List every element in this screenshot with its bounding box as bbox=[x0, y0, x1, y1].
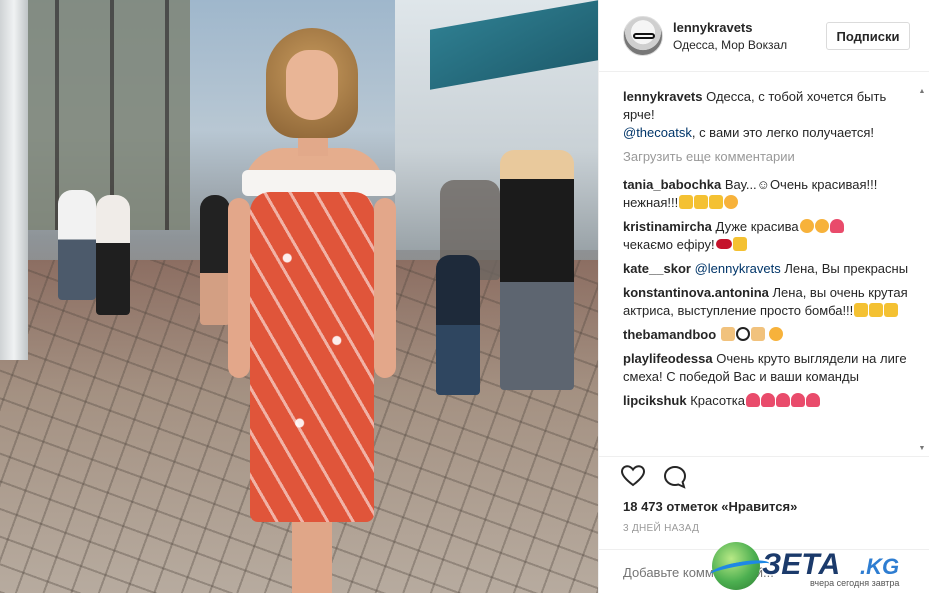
comments-scrollbar[interactable]: ▲ ▼ bbox=[918, 88, 926, 453]
heart-icon bbox=[745, 393, 760, 407]
floral-dress bbox=[250, 192, 374, 522]
comment-text: Дуже красива bbox=[711, 219, 799, 234]
heart-icon bbox=[805, 393, 820, 407]
background-person bbox=[200, 195, 230, 325]
list-item: konstantinova.antonina Лена, вы очень кр… bbox=[623, 284, 910, 320]
post-location[interactable]: Одесса, Мор Вокзал bbox=[673, 38, 787, 52]
list-item: thebamandboo bbox=[623, 326, 910, 344]
comment-username[interactable]: kristinamircha bbox=[623, 219, 712, 234]
post-actions: 18 473 отметок «Нравится» 3 ДНЕЙ НАЗАД bbox=[599, 456, 929, 593]
comments-list: lennykravets Одесса, с тобой хочется быт… bbox=[623, 88, 910, 453]
kiss-icon bbox=[799, 219, 814, 233]
main-subject-woman bbox=[228, 28, 398, 593]
list-item: lipcikshuk Красотка bbox=[623, 392, 910, 410]
list-item: tania_babochka Вау...☺Очень красивая!!! … bbox=[623, 176, 910, 212]
building-left bbox=[0, 0, 190, 230]
avatar[interactable] bbox=[623, 16, 663, 56]
thumbs-up-icon bbox=[694, 195, 709, 209]
list-item: playlifeodessa Очень круто выглядели на … bbox=[623, 350, 910, 386]
heart-outline-icon bbox=[620, 465, 646, 487]
scroll-down-icon[interactable]: ▼ bbox=[918, 445, 926, 453]
comment-mention[interactable]: @lennykravets bbox=[691, 261, 781, 276]
caption-mention[interactable]: @thecoatsk bbox=[623, 125, 692, 140]
comment-text: Красотка bbox=[686, 393, 745, 408]
victory-hand-icon bbox=[750, 327, 765, 341]
comment-username[interactable]: thebamandboo bbox=[623, 327, 716, 342]
comment-username[interactable]: tania_babochka bbox=[623, 177, 721, 192]
thumbs-up-icon bbox=[709, 195, 724, 209]
thumbs-up-icon bbox=[679, 195, 694, 209]
load-more-comments-link[interactable]: Загрузить еще комментарии bbox=[623, 148, 910, 166]
thumbs-up-icon bbox=[884, 303, 899, 317]
wink-icon bbox=[769, 327, 784, 341]
panda-icon bbox=[735, 327, 750, 341]
like-button[interactable] bbox=[620, 465, 647, 489]
glasses-icon bbox=[633, 33, 655, 39]
face bbox=[286, 50, 338, 120]
speech-bubble-icon bbox=[663, 465, 687, 489]
background-person bbox=[58, 190, 96, 300]
list-item: kate__skor @lennykravets Лена, Вы прекра… bbox=[623, 260, 910, 278]
kiss-icon bbox=[814, 219, 829, 233]
child bbox=[436, 255, 480, 395]
caption-text-2: , с вами это легко получается! bbox=[691, 125, 875, 140]
list-item: kristinamircha Дуже красива чекаємо ефір… bbox=[623, 218, 910, 254]
heart-icon bbox=[760, 393, 775, 407]
heart-icon bbox=[790, 393, 805, 407]
arm bbox=[228, 198, 250, 378]
likes-count[interactable]: 18 473 отметок «Нравится» bbox=[623, 499, 797, 514]
post-photo[interactable] bbox=[0, 0, 598, 593]
heart-eyes-icon bbox=[829, 219, 844, 233]
comment-username[interactable]: playlifeodessa bbox=[623, 351, 713, 366]
thumbs-up-icon bbox=[869, 303, 884, 317]
comment-text: чекаємо ефіру! bbox=[623, 237, 715, 252]
background-person bbox=[96, 195, 130, 315]
heart-icon bbox=[775, 393, 790, 407]
comment-username[interactable]: konstantinova.antonina bbox=[623, 285, 769, 300]
lips-icon bbox=[715, 239, 732, 249]
pillar bbox=[0, 0, 28, 360]
comment-username[interactable]: kate__skor bbox=[623, 261, 691, 276]
arm bbox=[374, 198, 396, 378]
caption: lennykravets Одесса, с тобой хочется быт… bbox=[623, 88, 910, 142]
following-button[interactable]: Подписки bbox=[826, 22, 910, 50]
caption-username[interactable]: lennykravets bbox=[623, 89, 703, 104]
thumbs-up-icon bbox=[854, 303, 869, 317]
legs bbox=[292, 522, 332, 593]
thumbs-up-icon bbox=[732, 237, 747, 251]
add-comment-bar bbox=[599, 549, 929, 593]
comment-button[interactable] bbox=[663, 465, 689, 489]
post-header: lennykravets Одесса, Мор Вокзал Подписки bbox=[599, 0, 929, 72]
woman-with-sunglasses bbox=[500, 150, 574, 390]
smile-icon bbox=[724, 195, 739, 209]
comment-username[interactable]: lipcikshuk bbox=[623, 393, 687, 408]
victory-hand-icon bbox=[720, 327, 735, 341]
scroll-up-icon[interactable]: ▲ bbox=[918, 88, 926, 96]
comment-text: Лена, Вы прекрасны bbox=[780, 261, 909, 276]
add-comment-input[interactable] bbox=[623, 562, 823, 582]
post-timestamp[interactable]: 3 ДНЕЙ НАЗАД bbox=[623, 523, 699, 534]
post-sidebar: lennykravets Одесса, Мор Вокзал Подписки… bbox=[598, 0, 929, 593]
post-username[interactable]: lennykravets bbox=[673, 20, 753, 35]
